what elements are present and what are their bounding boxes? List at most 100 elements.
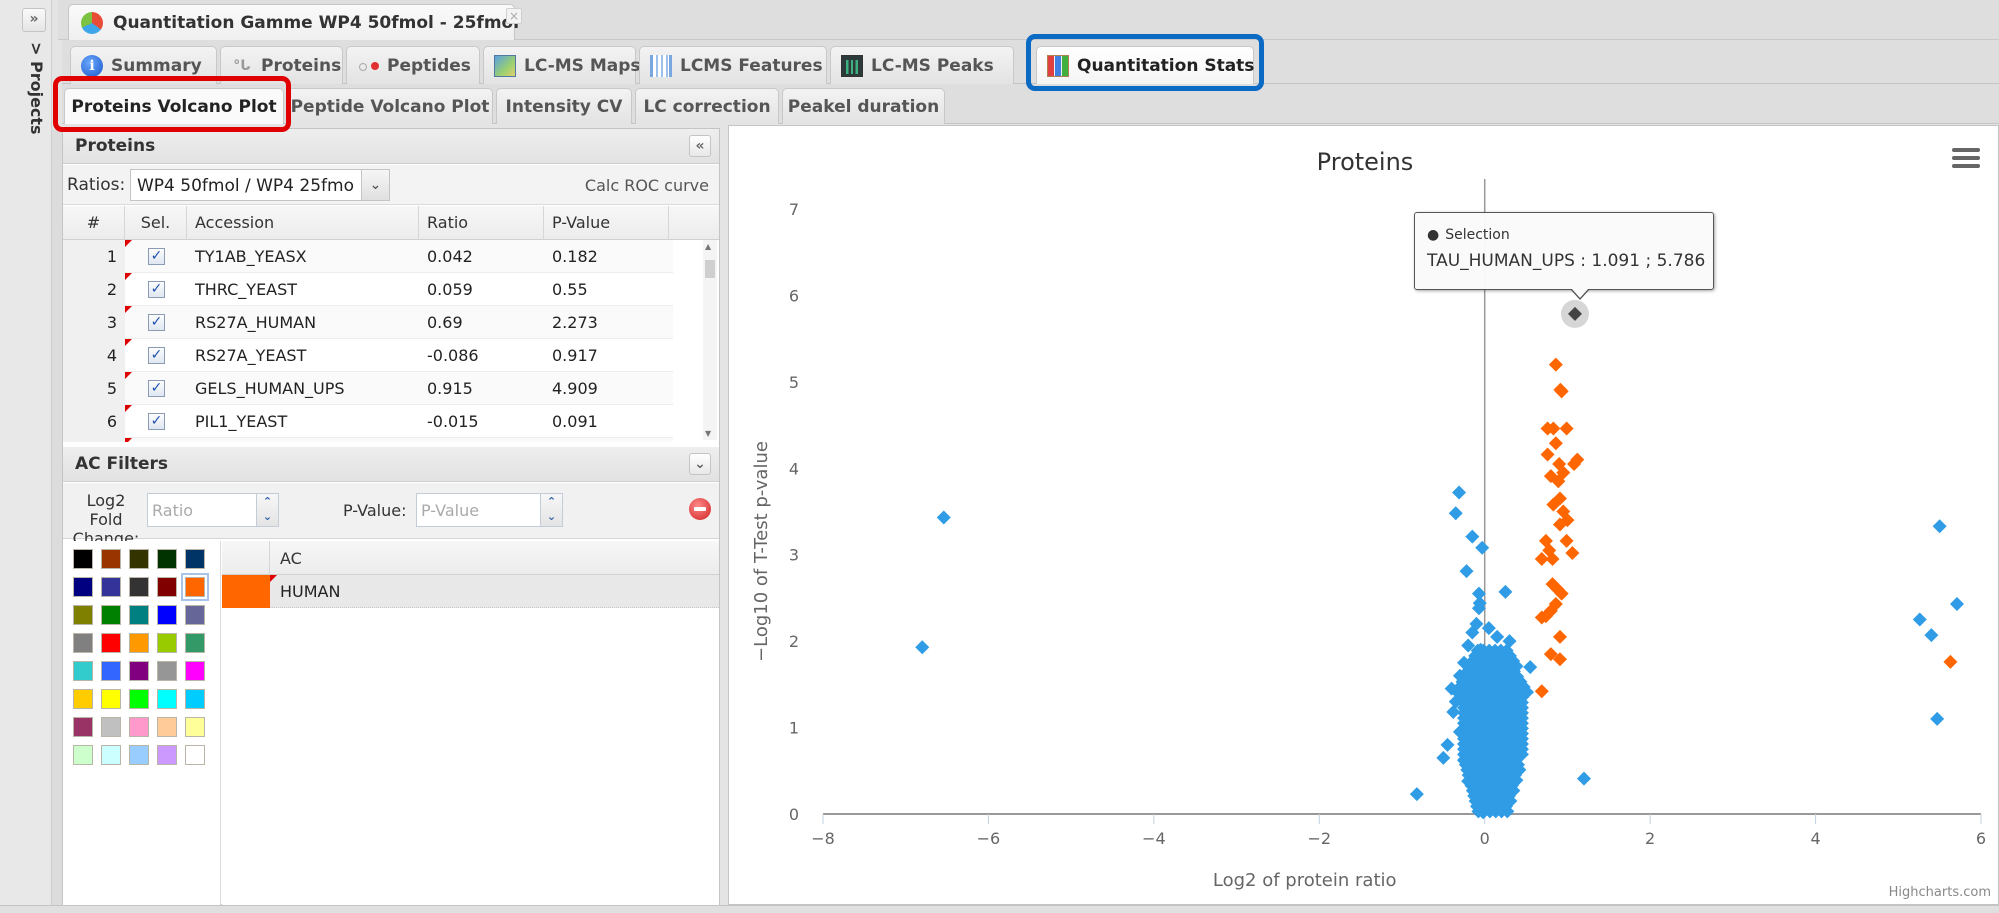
tab-intensity-cv[interactable]: Intensity CV xyxy=(496,88,632,124)
color-swatch[interactable] xyxy=(185,689,205,709)
data-point-human[interactable] xyxy=(1943,654,1958,669)
tab-peakel-duration[interactable]: Peakel duration xyxy=(782,88,945,124)
chevron-down-icon[interactable]: ⌄ xyxy=(361,170,389,200)
expand-projects-button[interactable]: » xyxy=(22,8,46,32)
color-swatch[interactable] xyxy=(185,717,205,737)
table-row[interactable]: 3 ✓ RS27A_HUMAN 0.69 2.273 xyxy=(63,306,673,339)
data-point-others[interactable] xyxy=(1930,711,1945,726)
document-tab[interactable]: Quantitation Gamme WP4 50fmol - 25fmol × xyxy=(68,4,522,41)
color-swatch[interactable] xyxy=(129,577,149,597)
color-swatch[interactable] xyxy=(101,661,121,681)
color-swatch[interactable] xyxy=(101,605,121,625)
color-swatch[interactable] xyxy=(185,745,205,765)
remove-filter-icon[interactable] xyxy=(689,498,711,520)
data-point-others[interactable] xyxy=(915,640,930,655)
row-select-checkbox[interactable]: ✓ xyxy=(148,413,165,430)
data-point-others[interactable] xyxy=(1912,612,1927,627)
table-row[interactable] xyxy=(63,438,673,442)
highcharts-credits[interactable]: Highcharts.com xyxy=(1889,885,1991,900)
table-row[interactable]: 4 ✓ RS27A_YEAST -0.086 0.917 xyxy=(63,339,673,372)
color-swatch[interactable] xyxy=(129,717,149,737)
color-swatch[interactable] xyxy=(73,549,93,569)
column-header-number[interactable]: # xyxy=(63,206,125,240)
color-swatch[interactable] xyxy=(73,577,93,597)
color-swatch[interactable] xyxy=(157,661,177,681)
data-point-others[interactable] xyxy=(1459,564,1474,579)
scroll-down-icon[interactable]: ▼ xyxy=(705,429,711,438)
calc-roc-curve-button[interactable]: Calc ROC curve xyxy=(585,176,709,195)
table-row[interactable]: 5 ✓ GELS_HUMAN_UPS 0.915 4.909 xyxy=(63,372,673,405)
color-swatch[interactable] xyxy=(101,745,121,765)
color-swatch[interactable] xyxy=(101,717,121,737)
scroll-up-icon[interactable]: ▲ xyxy=(705,242,711,251)
close-icon[interactable]: × xyxy=(506,8,522,24)
color-swatch[interactable] xyxy=(157,689,177,709)
tab-lcms-maps[interactable]: LC-MS Maps xyxy=(483,46,641,84)
color-swatch[interactable] xyxy=(73,633,93,653)
color-swatch[interactable] xyxy=(129,745,149,765)
data-point-others[interactable] xyxy=(1436,750,1451,765)
color-swatch[interactable] xyxy=(101,689,121,709)
color-swatch[interactable] xyxy=(129,633,149,653)
color-swatch[interactable] xyxy=(101,633,121,653)
data-point-human[interactable] xyxy=(1548,357,1563,372)
color-swatch[interactable] xyxy=(129,689,149,709)
tab-summary[interactable]: i Summary xyxy=(70,46,217,84)
grid-scrollbar[interactable]: ▲ ▼ xyxy=(703,240,717,440)
data-point-others[interactable] xyxy=(1950,596,1965,611)
tab-peptide-volcano-plot[interactable]: Peptide Volcano Plot xyxy=(287,88,493,124)
data-point-human[interactable] xyxy=(1540,447,1555,462)
data-point-others[interactable] xyxy=(1490,629,1505,644)
data-point-others[interactable] xyxy=(1452,485,1467,500)
column-header-accession[interactable]: Accession xyxy=(187,206,419,240)
tab-lcms-features[interactable]: LCMS Features xyxy=(639,46,827,84)
collapse-left-icon[interactable]: « xyxy=(689,135,711,157)
row-select-checkbox[interactable]: ✓ xyxy=(148,281,165,298)
row-select-checkbox[interactable]: ✓ xyxy=(148,380,165,397)
tab-lcms-peaks[interactable]: LC-MS Peaks xyxy=(830,46,1014,84)
pvalue-filter-input[interactable]: P-Value ⌃ ⌄ xyxy=(416,493,563,527)
tab-lc-correction[interactable]: LC correction xyxy=(635,88,779,124)
table-row[interactable]: 1 ✓ TY1AB_YEASX 0.042 0.182 xyxy=(63,240,673,273)
color-swatch[interactable] xyxy=(157,633,177,653)
color-swatch[interactable] xyxy=(73,717,93,737)
collapse-down-icon[interactable]: ⌄ xyxy=(689,453,711,475)
color-swatch[interactable] xyxy=(73,661,93,681)
color-swatch[interactable] xyxy=(185,661,205,681)
tab-proteins[interactable]: °ᒐ Proteins xyxy=(220,46,343,84)
data-point-others[interactable] xyxy=(1498,584,1513,599)
projects-label[interactable]: > Projects xyxy=(22,42,46,162)
color-swatch[interactable] xyxy=(157,605,177,625)
color-swatch[interactable] xyxy=(157,577,177,597)
color-swatch[interactable] xyxy=(157,717,177,737)
color-swatch[interactable] xyxy=(101,577,121,597)
table-row[interactable]: 2 ✓ THRC_YEAST 0.059 0.55 xyxy=(63,273,673,306)
spin-up-icon[interactable]: ⌃ xyxy=(541,494,562,509)
tab-peptides[interactable]: Peptides xyxy=(346,46,480,84)
color-swatch[interactable] xyxy=(157,549,177,569)
ac-column-header[interactable]: AC xyxy=(280,549,302,568)
data-point-others[interactable] xyxy=(1475,540,1490,555)
tab-quantitation-stats[interactable]: Quantitation Stats xyxy=(1036,46,1254,85)
color-swatch[interactable] xyxy=(73,745,93,765)
data-point-human[interactable] xyxy=(1565,545,1580,560)
color-swatch[interactable] xyxy=(129,661,149,681)
panel-splitter[interactable] xyxy=(52,130,62,905)
color-swatch[interactable] xyxy=(73,605,93,625)
ac-row-color[interactable] xyxy=(222,575,270,608)
row-select-checkbox[interactable]: ✓ xyxy=(148,314,165,331)
data-point-others[interactable] xyxy=(936,510,951,525)
fold-change-stepper[interactable]: ⌃ ⌄ xyxy=(256,494,278,526)
tab-proteins-volcano-plot[interactable]: Proteins Volcano Plot xyxy=(64,88,284,124)
spin-up-icon[interactable]: ⌃ xyxy=(257,494,278,509)
data-point-human[interactable] xyxy=(1548,436,1563,451)
data-point-human[interactable] xyxy=(1559,421,1574,436)
data-point-others[interactable] xyxy=(1465,529,1480,544)
color-swatch[interactable] xyxy=(129,549,149,569)
table-row[interactable]: 6 ✓ PIL1_YEAST -0.015 0.091 xyxy=(63,405,673,438)
spin-down-icon[interactable]: ⌄ xyxy=(541,509,562,524)
data-point-others[interactable] xyxy=(1576,771,1591,786)
spin-down-icon[interactable]: ⌄ xyxy=(257,509,278,524)
color-swatch[interactable] xyxy=(185,633,205,653)
data-point-others[interactable] xyxy=(1409,787,1424,802)
